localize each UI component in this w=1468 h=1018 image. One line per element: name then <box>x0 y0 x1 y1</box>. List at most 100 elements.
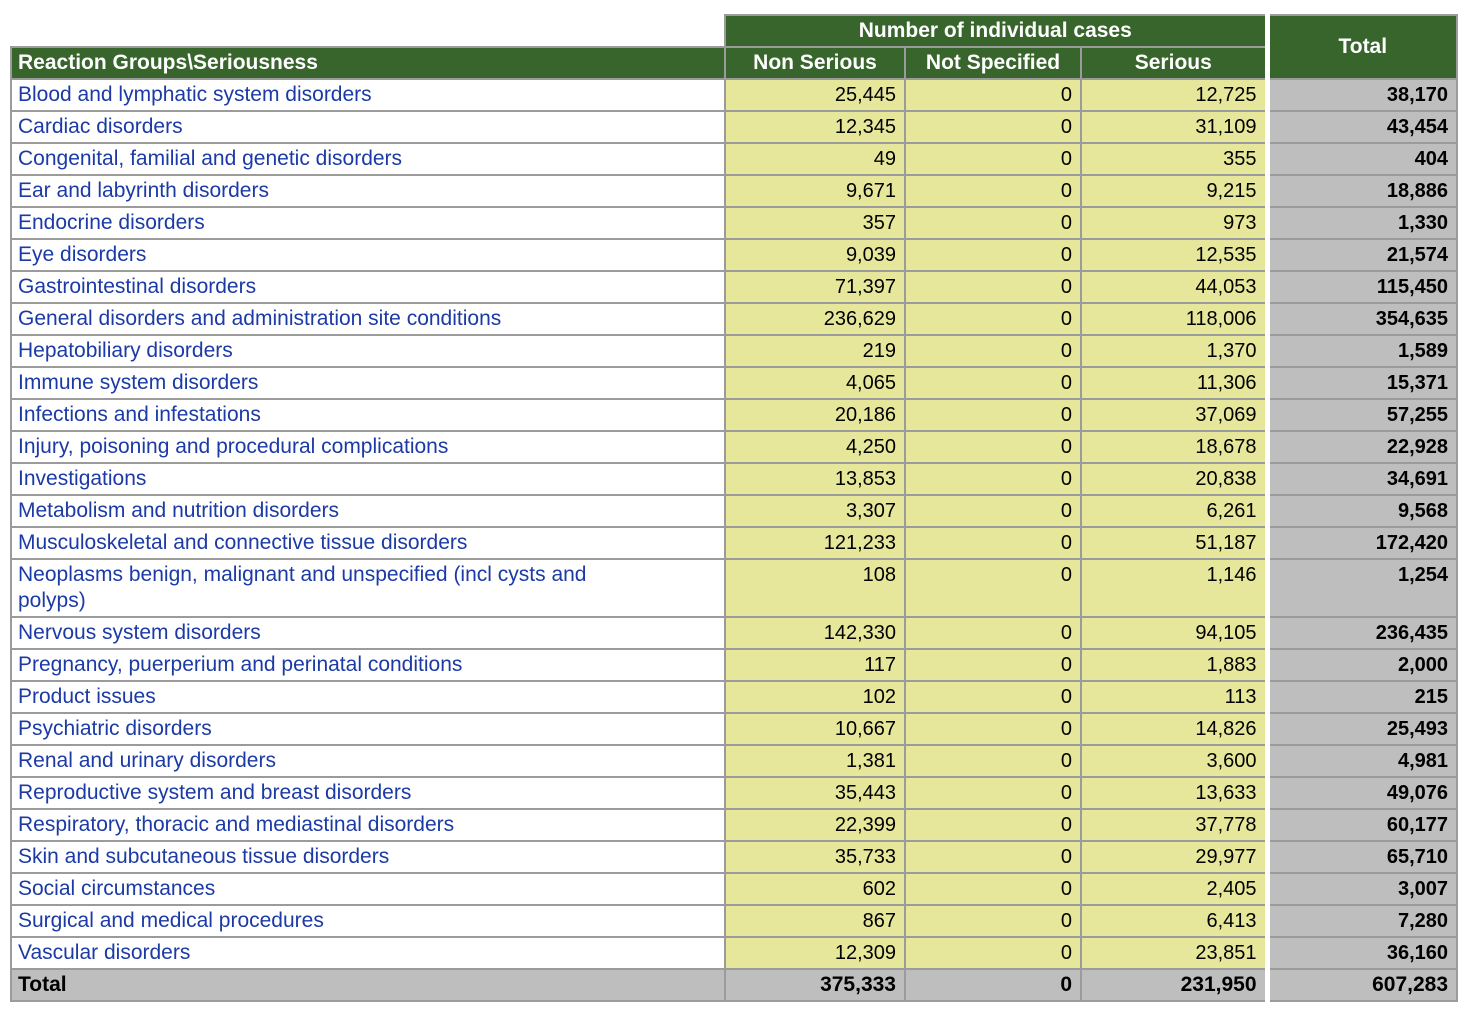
not-specified-value: 0 <box>904 526 1082 560</box>
serious-value: 355 <box>1079 142 1269 176</box>
total-row-label: Total <box>10 968 726 1002</box>
serious-value: 113 <box>1079 680 1269 714</box>
row-total-value: 9,568 <box>1264 494 1459 528</box>
serious-value: 51,187 <box>1079 526 1269 560</box>
table-row: Renal and urinary disorders 1,381 0 3,60… <box>10 744 1459 778</box>
table-row: Congenital, familial and genetic disorde… <box>10 142 1459 176</box>
table-row: Injury, poisoning and procedural complic… <box>10 430 1459 464</box>
not-specified-value: 0 <box>904 776 1082 810</box>
non-serious-value: 108 <box>724 558 906 618</box>
not-specified-value: 0 <box>904 430 1082 464</box>
reaction-group-label-text: Ear and labyrinth disorders <box>18 179 269 202</box>
reaction-group-label[interactable]: Hepatobiliary disorders <box>10 334 726 368</box>
not-specified-value: 0 <box>904 494 1082 528</box>
serious-value: 6,261 <box>1079 494 1269 528</box>
serious-value: 3,600 <box>1079 744 1269 778</box>
reaction-group-label-text: Congenital, familial and genetic disorde… <box>18 147 403 170</box>
reaction-group-label[interactable]: Neoplasms benign, malignant and unspecif… <box>10 558 726 618</box>
reaction-group-label-text: Blood and lymphatic system disorders <box>18 83 372 106</box>
table-row: Neoplasms benign, malignant and unspecif… <box>10 558 1459 618</box>
reaction-group-label[interactable]: Blood and lymphatic system disorders <box>10 78 726 112</box>
blank-corner <box>11 15 725 47</box>
reaction-group-label-text: Reproductive system and breast disorders <box>18 781 412 804</box>
reaction-group-label-text: Immune system disorders <box>18 371 259 394</box>
row-total-value: 38,170 <box>1264 78 1459 112</box>
row-total-value: 43,454 <box>1264 110 1459 144</box>
reaction-group-label-text: Eye disorders <box>18 243 147 266</box>
reaction-group-label[interactable]: Skin and subcutaneous tissue disorders <box>10 840 726 874</box>
reaction-group-label[interactable]: Infections and infestations <box>10 398 726 432</box>
not-specified-value: 0 <box>904 558 1082 618</box>
reaction-group-label[interactable]: Vascular disorders <box>10 936 726 970</box>
non-serious-value: 49 <box>724 142 906 176</box>
reaction-group-label[interactable]: Social circumstances <box>10 872 726 906</box>
group-header: Number of individual cases <box>723 14 1269 48</box>
non-serious-value: 25,445 <box>724 78 906 112</box>
row-total-value: 404 <box>1264 142 1459 176</box>
row-total-value: 34,691 <box>1264 462 1459 496</box>
reaction-group-label-text: Neoplasms benign, malignant and unspecif… <box>18 563 587 612</box>
row-total-value: 49,076 <box>1264 776 1459 810</box>
reaction-group-label-text: Vascular disorders <box>18 941 191 964</box>
table-row: Product issues 102 0 113 215 <box>10 680 1459 714</box>
row-total-value: 236,435 <box>1264 616 1459 650</box>
reaction-group-label[interactable]: Injury, poisoning and procedural complic… <box>10 430 726 464</box>
group-header-row: Number of individual cases Total <box>11 14 1459 80</box>
non-serious-value: 22,399 <box>724 808 906 842</box>
col-header-non-serious: Non Serious <box>724 46 906 80</box>
reaction-group-label[interactable]: Product issues <box>10 680 726 714</box>
reaction-group-label[interactable]: Ear and labyrinth disorders <box>10 174 726 208</box>
reaction-group-label[interactable]: Gastrointestinal disorders <box>10 270 726 304</box>
reaction-group-label[interactable]: Nervous system disorders <box>10 616 726 650</box>
non-serious-value: 142,330 <box>724 616 906 650</box>
reaction-group-label[interactable]: Surgical and medical procedures <box>10 904 726 938</box>
non-serious-value: 1,381 <box>724 744 906 778</box>
reaction-group-label[interactable]: Cardiac disorders <box>10 110 726 144</box>
row-group-header: Reaction Groups\Seriousness <box>10 46 726 80</box>
row-total-value: 1,330 <box>1264 206 1459 240</box>
table-header: Number of individual cases Total Reactio… <box>10 14 1459 80</box>
non-serious-value: 10,667 <box>724 712 906 746</box>
reaction-group-label[interactable]: General disorders and administration sit… <box>10 302 726 336</box>
not-specified-value: 0 <box>904 302 1082 336</box>
reaction-group-label[interactable]: Endocrine disorders <box>10 206 726 240</box>
serious-value: 9,215 <box>1079 174 1269 208</box>
reaction-group-label[interactable]: Reproductive system and breast disorders <box>10 776 726 810</box>
table-row: Metabolism and nutrition disorders 3,307… <box>10 494 1459 528</box>
reaction-group-label[interactable]: Musculoskeletal and connective tissue di… <box>10 526 726 560</box>
reaction-group-label[interactable]: Psychiatric disorders <box>10 712 726 746</box>
serious-value: 118,006 <box>1079 302 1269 336</box>
serious-value: 14,826 <box>1079 712 1269 746</box>
serious-value: 1,883 <box>1079 648 1269 682</box>
non-serious-value: 20,186 <box>724 398 906 432</box>
non-serious-value: 9,671 <box>724 174 906 208</box>
reaction-group-label[interactable]: Immune system disorders <box>10 366 726 400</box>
non-serious-value: 4,250 <box>724 430 906 464</box>
not-specified-value: 0 <box>904 616 1082 650</box>
not-specified-value: 0 <box>904 872 1082 906</box>
not-specified-value: 0 <box>904 110 1082 144</box>
reaction-group-label[interactable]: Pregnancy, puerperium and perinatal cond… <box>10 648 726 682</box>
non-serious-value: 12,309 <box>724 936 906 970</box>
reaction-group-label[interactable]: Eye disorders <box>10 238 726 272</box>
row-total-value: 7,280 <box>1264 904 1459 938</box>
serious-value: 12,535 <box>1079 238 1269 272</box>
not-specified-value: 0 <box>904 270 1082 304</box>
non-serious-value: 35,443 <box>724 776 906 810</box>
serious-value: 1,370 <box>1079 334 1269 368</box>
reaction-group-label[interactable]: Investigations <box>10 462 726 496</box>
total-serious-value: 231,950 <box>1079 968 1269 1002</box>
reaction-group-label[interactable]: Metabolism and nutrition disorders <box>10 494 726 528</box>
table-row: Musculoskeletal and connective tissue di… <box>10 526 1459 560</box>
reaction-group-label-text: Respiratory, thoracic and mediastinal di… <box>18 813 455 836</box>
row-total-value: 1,254 <box>1264 558 1459 618</box>
reaction-group-label[interactable]: Respiratory, thoracic and mediastinal di… <box>10 808 726 842</box>
row-total-value: 354,635 <box>1264 302 1459 336</box>
not-specified-value: 0 <box>904 712 1082 746</box>
reaction-group-label[interactable]: Renal and urinary disorders <box>10 744 726 778</box>
reaction-group-label[interactable]: Congenital, familial and genetic disorde… <box>10 142 726 176</box>
not-specified-value: 0 <box>904 174 1082 208</box>
reaction-group-label-text: Cardiac disorders <box>18 115 183 138</box>
table-row: Endocrine disorders 357 0 973 1,330 <box>10 206 1459 240</box>
serious-value: 973 <box>1079 206 1269 240</box>
